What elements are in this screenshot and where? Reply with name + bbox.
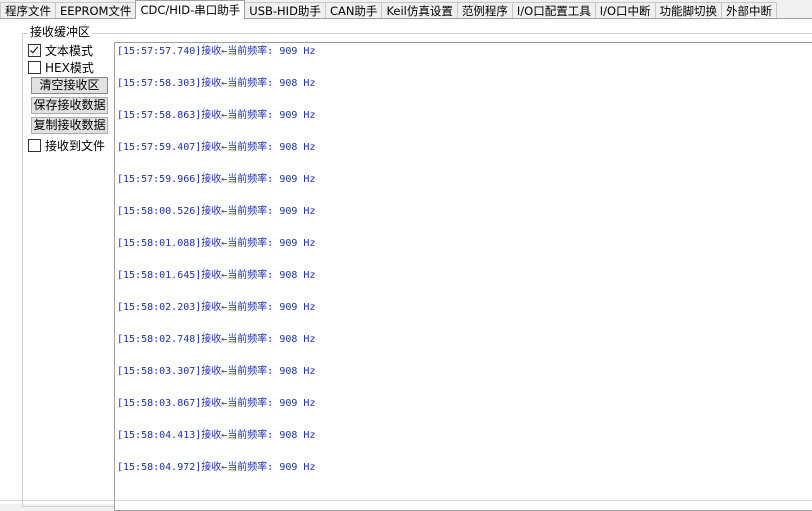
tab-cdc-hid-serial[interactable]: CDC/HID-串口助手 xyxy=(135,0,246,19)
log-line: [15:58:04.972]接收←当前频率: 909 Hz xyxy=(117,462,316,473)
log-line: [15:57:57.740]接收←当前频率: 909 Hz xyxy=(117,46,316,57)
log-line: [15:57:58.303]接收←当前频率: 908 Hz xyxy=(117,78,316,89)
tab-program-file[interactable]: 程序文件 xyxy=(0,2,56,18)
tab-can[interactable]: CAN助手 xyxy=(324,2,383,18)
text-mode-checkbox[interactable]: 文本模式 xyxy=(28,42,110,58)
log-line: [15:58:02.203]接收←当前频率: 909 Hz xyxy=(117,302,316,313)
hex-mode-label: HEX模式 xyxy=(45,60,94,75)
log-line: [15:58:00.526]接收←当前频率: 909 Hz xyxy=(117,206,316,217)
receive-controls: 文本模式 HEX模式 清空接收区 保存接收数据 复制接收数据 接收到文件 xyxy=(28,42,110,154)
log-line: [15:58:03.867]接收←当前频率: 909 Hz xyxy=(117,398,316,409)
text-mode-label: 文本模式 xyxy=(45,43,94,58)
receive-to-file-checkbox[interactable]: 接收到文件 xyxy=(28,137,110,153)
bottom-divider xyxy=(0,500,812,501)
tab-io-config[interactable]: I/O口配置工具 xyxy=(511,2,596,18)
log-line: [15:57:59.966]接收←当前频率: 909 Hz xyxy=(117,174,316,185)
log-line: [15:58:04.413]接收←当前频率: 908 Hz xyxy=(117,430,316,441)
tab-bar: 程序文件 EEPROM文件 CDC/HID-串口助手 USB-HID助手 CAN… xyxy=(0,0,812,19)
tab-panel: 接收缓冲区 文本模式 HEX模式 清空接收区 保存接收数据 复制接收数据 接收到… xyxy=(0,19,812,511)
receive-buffer-title: 接收缓冲区 xyxy=(28,25,93,39)
save-receive-button[interactable]: 保存接收数据 xyxy=(31,97,108,114)
log-line: [15:58:01.645]接收←当前频率: 908 Hz xyxy=(117,270,316,281)
log-line: [15:58:02.748]接收←当前频率: 908 Hz xyxy=(117,334,316,345)
log-line: [15:57:58.863]接收←当前频率: 909 Hz xyxy=(117,110,316,121)
tab-eeprom-file[interactable]: EEPROM文件 xyxy=(55,2,137,18)
tab-pin-switch[interactable]: 功能脚切换 xyxy=(654,2,723,18)
checkbox-unchecked-icon xyxy=(28,60,41,74)
hex-mode-checkbox[interactable]: HEX模式 xyxy=(28,59,110,75)
tab-io-interrupt[interactable]: I/O口中断 xyxy=(594,2,656,18)
log-line: [15:57:59.407]接收←当前频率: 908 Hz xyxy=(117,142,316,153)
clear-receive-button[interactable]: 清空接收区 xyxy=(31,77,108,94)
copy-receive-button[interactable]: 复制接收数据 xyxy=(31,117,108,134)
checkbox-unchecked-icon xyxy=(28,138,41,152)
tab-usb-hid[interactable]: USB-HID助手 xyxy=(244,2,326,18)
receive-log-textarea[interactable]: [15:57:57.740]接收←当前频率: 909 Hz [15:57:58.… xyxy=(114,42,812,511)
tab-examples[interactable]: 范例程序 xyxy=(456,2,513,18)
tab-keil-sim[interactable]: Keil仿真设置 xyxy=(381,2,458,18)
checkbox-checked-icon xyxy=(28,43,41,57)
tab-external-interrupt[interactable]: 外部中断 xyxy=(721,2,778,18)
receive-to-file-label: 接收到文件 xyxy=(45,138,106,153)
log-line: [15:58:03.307]接收←当前频率: 908 Hz xyxy=(117,366,316,377)
log-line: [15:58:01.088]接收←当前频率: 909 Hz xyxy=(117,238,316,249)
